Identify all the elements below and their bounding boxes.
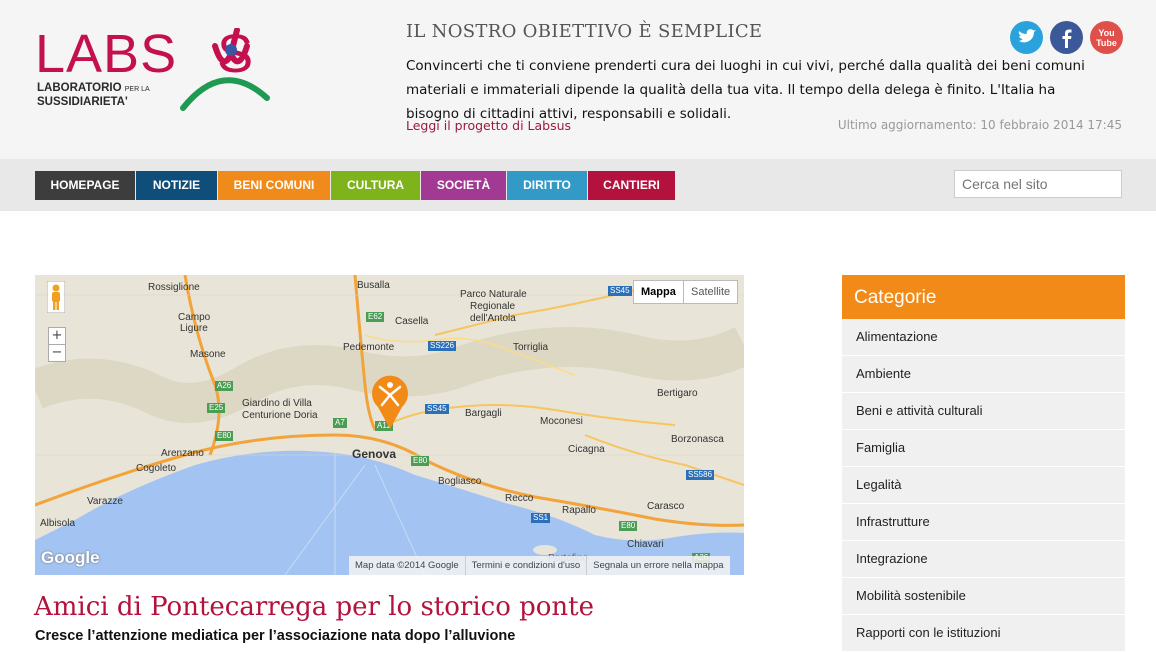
road-shield: SS45 xyxy=(425,404,449,414)
nav-diritto[interactable]: DIRITTO xyxy=(507,171,587,200)
map-place: Parco Naturale xyxy=(460,289,527,300)
nav-homepage[interactable]: HOMEPAGE xyxy=(35,171,135,200)
map-place: Bargagli xyxy=(465,408,502,419)
category-item[interactable]: Famiglia xyxy=(842,430,1125,467)
map-place-genova: Genova xyxy=(352,447,397,461)
map-place: Rossiglione xyxy=(148,282,200,293)
map-place: Masone xyxy=(190,349,226,360)
nav-cantieri[interactable]: CANTIERI xyxy=(588,171,675,200)
categories-title: Categorie xyxy=(842,275,1125,319)
map-place: Cicagna xyxy=(568,444,605,455)
map-place: Varazze xyxy=(87,496,123,507)
map-place: Centurione Doria xyxy=(242,410,318,421)
map-place: Bogliasco xyxy=(438,476,482,487)
road-shield: E62 xyxy=(366,312,385,322)
youtube-label-you: You xyxy=(1098,28,1115,38)
road-shield: SS226 xyxy=(428,341,457,351)
map-place: Borzonasca xyxy=(671,434,724,445)
road-shield: A26 xyxy=(215,381,234,391)
road-shield: E80 xyxy=(619,521,638,531)
project-link[interactable]: Leggi il progetto di Labsus xyxy=(406,118,571,133)
road-shield: SS45 xyxy=(608,286,632,296)
map-place: Bertigaro xyxy=(657,388,698,399)
logo-tagline: LABORATORIO PER LA SUSSIDIARIETA' xyxy=(37,82,150,108)
map-type-map-button[interactable]: Mappa xyxy=(633,280,684,304)
map-report-error-link[interactable]: Segnala un errore nella mappa xyxy=(586,556,729,575)
article-title[interactable]: Amici di Pontecarrega per lo storico pon… xyxy=(34,592,594,622)
map-place: dell'Antola xyxy=(470,313,516,324)
map-place: Pedemonte xyxy=(343,342,395,353)
map-attribution: Map data ©2014 Google xyxy=(355,560,459,571)
map-place: Carasco xyxy=(647,501,685,512)
categories-widget: Categorie Alimentazione Ambiente Beni e … xyxy=(842,275,1125,652)
category-item[interactable]: Legalità xyxy=(842,467,1125,504)
street-view-pegman-icon[interactable] xyxy=(47,281,65,313)
main-nav: HOMEPAGE NOTIZIE BENI COMUNI CULTURA SOC… xyxy=(35,171,676,200)
map-place: Cogoleto xyxy=(136,463,177,474)
logo-tagline-line2: SUSSIDIARIETA' xyxy=(37,96,128,108)
map-place: Busalla xyxy=(357,280,390,291)
google-logo[interactable]: Google xyxy=(41,548,100,568)
road-shield: E80 xyxy=(411,456,430,466)
map-place: Casella xyxy=(395,316,429,327)
map-place: Moconesi xyxy=(540,416,583,427)
road-shield: E25 xyxy=(207,403,226,413)
map-marker-icon[interactable] xyxy=(370,375,410,431)
category-item[interactable]: Rapporti con le istituzioni xyxy=(842,615,1125,652)
logo-figure-icon xyxy=(180,28,270,111)
road-shield: A7 xyxy=(333,418,347,428)
youtube-icon[interactable]: You Tube xyxy=(1090,21,1123,54)
zoom-in-button[interactable]: + xyxy=(48,327,66,345)
nav-notizie[interactable]: NOTIZIE xyxy=(136,171,217,200)
youtube-label-tube: Tube xyxy=(1096,38,1117,48)
map-place: Torriglia xyxy=(513,342,549,353)
category-item[interactable]: Infrastrutture xyxy=(842,504,1125,541)
mission-title: IL NOSTRO OBIETTIVO È SEMPLICE xyxy=(406,21,763,42)
category-item[interactable]: Ambiente xyxy=(842,356,1125,393)
map-place: Albisola xyxy=(40,518,76,529)
map-place: Arenzano xyxy=(161,448,204,459)
category-item[interactable]: Integrazione xyxy=(842,541,1125,578)
search-input[interactable] xyxy=(954,170,1122,198)
nav-cultura[interactable]: CULTURA xyxy=(331,171,420,200)
mission-text: Convincerti che ti conviene prenderti cu… xyxy=(406,58,1085,122)
nav-societa[interactable]: SOCIETÀ xyxy=(421,171,506,200)
category-item[interactable]: Alimentazione xyxy=(842,319,1125,356)
logo-tagline-line1: LABORATORIO xyxy=(37,82,122,94)
map-place: Regionale xyxy=(470,301,516,312)
road-shield: SS586 xyxy=(686,470,715,480)
map-place: Campo xyxy=(178,312,211,323)
map-place: Chiavari xyxy=(627,539,664,550)
map[interactable]: Rossiglione Busalla Parco Naturale Regio… xyxy=(35,275,744,575)
road-shield: E80 xyxy=(215,431,234,441)
categories-list: Alimentazione Ambiente Beni e attività c… xyxy=(842,319,1125,652)
category-item[interactable]: Beni e attività culturali xyxy=(842,393,1125,430)
road-shield: SS1 xyxy=(531,513,551,523)
facebook-icon[interactable] xyxy=(1050,21,1083,54)
zoom-out-button[interactable]: − xyxy=(48,344,66,362)
map-footer: Map data ©2014 Google Termini e condizio… xyxy=(349,556,730,575)
category-item[interactable]: Mobilità sostenibile xyxy=(842,578,1125,615)
map-place: Giardino di Villa xyxy=(242,398,312,409)
map-place: Ligure xyxy=(180,323,208,334)
map-place: Rapallo xyxy=(562,505,596,516)
nav-beni-comuni[interactable]: BENI COMUNI xyxy=(218,171,330,200)
last-updated: Ultimo aggiornamento: 10 febbraio 2014 1… xyxy=(837,118,1122,132)
map-terms-link[interactable]: Termini e condizioni d'uso xyxy=(464,556,586,575)
labsus-logo[interactable]: LABSUS LABORATORIO PER LA SUSSIDIARIETA' xyxy=(35,26,270,114)
map-type-satellite-button[interactable]: Satellite xyxy=(683,280,739,304)
article-subtitle: Cresce l’attenzione mediatica per l’asso… xyxy=(35,628,516,644)
logo-tagline-small: PER LA xyxy=(124,86,150,93)
map-place: Recco xyxy=(505,493,534,504)
twitter-icon[interactable] xyxy=(1010,21,1043,54)
